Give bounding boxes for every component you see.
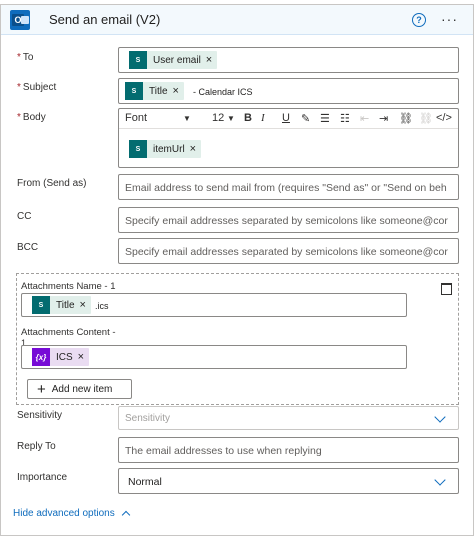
increase-indent-icon[interactable]: ⇥: [379, 112, 388, 125]
decrease-indent-icon[interactable]: ⇤: [360, 112, 369, 125]
cc-field[interactable]: Specify email addresses separated by sem…: [118, 207, 459, 233]
action-card: O Send an email (V2) ? ··· * To S User em…: [0, 4, 474, 536]
remove-token-icon[interactable]: ×: [206, 54, 212, 66]
attachment-content-field[interactable]: {x} ICS ×: [21, 345, 407, 369]
attachment-content-label: Attachments Content -: [21, 327, 116, 338]
bcc-field[interactable]: Specify email addresses separated by sem…: [118, 238, 459, 264]
hide-advanced-options-link[interactable]: Hide advanced options: [13, 508, 130, 520]
sensitivity-dropdown[interactable]: Sensitivity: [118, 406, 459, 430]
sharepoint-icon: S: [32, 296, 50, 314]
outlook-icon: O: [10, 10, 30, 30]
italic-icon[interactable]: I: [261, 112, 265, 124]
subject-label: * Subject: [17, 82, 57, 93]
sharepoint-icon: S: [125, 82, 143, 100]
rich-text-toolbar: Font ▼ 12 ▼ B I U ✎ ☰ ☷ ⇤ ⇥ ⛓ ⛓ </>: [119, 109, 458, 129]
reply-to-field[interactable]: The email addresses to use when replying: [118, 437, 459, 463]
token-user-email[interactable]: S User email ×: [129, 51, 218, 69]
attachment-name-suffix: .ics: [95, 301, 109, 311]
reply-to-label: Reply To: [17, 441, 56, 452]
more-options-icon[interactable]: ···: [441, 12, 458, 26]
bold-icon[interactable]: B: [244, 112, 252, 124]
subject-suffix: - Calendar ICS: [193, 87, 253, 97]
remove-token-icon[interactable]: ×: [173, 85, 179, 97]
sensitivity-label: Sensitivity: [17, 410, 63, 421]
plus-icon: +: [37, 380, 46, 398]
chevron-down-icon: [434, 411, 446, 423]
sharepoint-icon: S: [129, 51, 147, 69]
to-label: * To: [17, 52, 34, 63]
link-icon[interactable]: ⛓: [399, 112, 413, 125]
body-editor[interactable]: Font ▼ 12 ▼ B I U ✎ ☰ ☷ ⇤ ⇥ ⛓ ⛓ </> S it…: [118, 108, 459, 168]
chevron-down-icon: [434, 474, 446, 486]
body-label: * Body: [17, 112, 46, 123]
underline-icon[interactable]: U: [282, 112, 290, 124]
token-ics[interactable]: {x} ICS ×: [32, 348, 90, 366]
code-view-icon[interactable]: </>: [436, 112, 452, 124]
help-icon[interactable]: ?: [412, 13, 426, 27]
size-dropdown-icon[interactable]: ▼: [227, 114, 235, 123]
font-dropdown-icon[interactable]: ▼: [183, 114, 191, 123]
token-title[interactable]: S Title ×: [32, 296, 91, 314]
remove-token-icon[interactable]: ×: [78, 351, 84, 363]
importance-dropdown[interactable]: Normal: [118, 468, 459, 494]
attachment-name-field[interactable]: S Title × .ics: [21, 293, 407, 317]
from-label: From (Send as): [17, 178, 87, 189]
highlight-icon[interactable]: ✎: [301, 112, 310, 125]
chevron-up-icon: [121, 510, 130, 520]
token-title[interactable]: S Title ×: [125, 82, 184, 100]
remove-token-icon[interactable]: ×: [190, 143, 196, 155]
unlink-icon[interactable]: ⛓: [419, 112, 433, 125]
action-title[interactable]: Send an email (V2): [49, 12, 160, 27]
attachment-name-label: Attachments Name - 1: [21, 281, 116, 292]
font-size-select[interactable]: 12: [212, 112, 224, 124]
bcc-label: BCC: [17, 242, 39, 253]
add-new-item-button[interactable]: + Add new item: [27, 379, 132, 399]
token-itemurl[interactable]: S itemUrl ×: [129, 140, 202, 158]
action-header[interactable]: O Send an email (V2) ? ···: [1, 5, 473, 35]
remove-token-icon[interactable]: ×: [80, 299, 86, 311]
sharepoint-icon: S: [129, 140, 147, 158]
subject-field[interactable]: S Title × - Calendar ICS: [118, 78, 459, 104]
variable-icon: {x}: [32, 348, 50, 366]
bullet-list-icon[interactable]: ☰: [320, 112, 330, 125]
font-select[interactable]: Font: [125, 112, 147, 124]
importance-label: Importance: [17, 472, 68, 483]
cc-label: CC: [17, 211, 32, 222]
from-field[interactable]: Email address to send mail from (require…: [118, 174, 459, 200]
numbered-list-icon[interactable]: ☷: [340, 112, 350, 125]
delete-item-icon[interactable]: [441, 283, 452, 295]
to-field[interactable]: S User email ×: [118, 47, 459, 73]
